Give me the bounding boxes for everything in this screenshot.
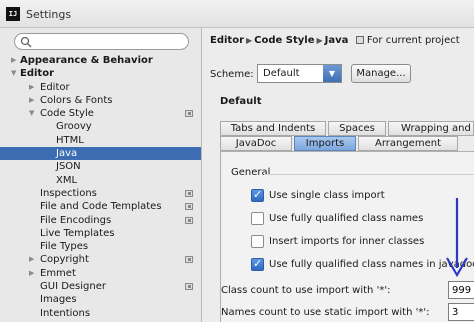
- breadcrumb-editor: Editor: [210, 35, 244, 46]
- inner-classes-checkbox[interactable]: [251, 235, 264, 248]
- tree-item-label: Inspections: [40, 187, 97, 199]
- javadoc-qualified-names-checkbox[interactable]: [251, 257, 264, 271]
- scope-label: For current project: [355, 35, 460, 46]
- breadcrumb: Editor ▶ Code Style ▶ Java For current proje…: [210, 35, 460, 46]
- tree-item[interactable]: ▶ Emmet: [0, 267, 201, 280]
- tree-item[interactable]: Groovy: [0, 120, 201, 133]
- tree-item-label: Copyright: [40, 254, 89, 266]
- tree-item[interactable]: Intentions: [0, 307, 201, 320]
- tree-item[interactable]: Java: [0, 147, 201, 161]
- tree-item-label: Editor: [20, 68, 54, 80]
- tab-arrangement[interactable]: Arrangement: [358, 136, 458, 151]
- project-scope-icon: [185, 283, 193, 291]
- tree-item[interactable]: XML: [0, 174, 201, 187]
- tree-item-label: GUI Designer: [40, 281, 106, 293]
- project-scope-icon: [185, 216, 193, 224]
- breadcrumb-separator-icon: ▶: [246, 36, 253, 45]
- settings-tree: ▶ Appearance & Behavior ▼ Editor ▶ Editor ▶ Col…: [0, 54, 201, 320]
- tab-imports[interactable]: Imports: [294, 136, 356, 151]
- scheme-value: Default: [263, 68, 300, 79]
- tree-item[interactable]: HTML: [0, 134, 201, 147]
- single-class-import-checkbox[interactable]: [251, 188, 264, 202]
- project-scope-icon: [185, 110, 193, 118]
- collapsed-arrow-icon[interactable]: ▶: [29, 81, 34, 94]
- class-count-label: Class count to use import with '*':: [221, 285, 391, 296]
- breadcrumb-code-style: Code Style: [254, 35, 315, 46]
- project-scope-icon: [185, 203, 193, 211]
- search-icon: [20, 36, 32, 48]
- tree-item-label: Java: [56, 148, 78, 160]
- tree-item[interactable]: File Encodings: [0, 214, 201, 227]
- general-section-title: General: [231, 167, 271, 178]
- settings-content: Editor ▶ Code Style ▶ Java For current proje…: [202, 28, 474, 322]
- tree-item-label: File Encodings: [40, 214, 112, 226]
- collapsed-arrow-icon[interactable]: ▶: [11, 54, 16, 67]
- tree-item-label: Groovy: [56, 121, 92, 133]
- breadcrumb-java: Java: [324, 35, 349, 46]
- tree-item-label: Emmet: [40, 267, 76, 279]
- section-divider: [264, 174, 474, 175]
- fully-qualified-names-label: Use fully qualified class names: [269, 213, 424, 224]
- tree-item-label: Code Style: [40, 108, 94, 120]
- title-bar: IJ Settings: [0, 0, 474, 28]
- tab-spaces[interactable]: Spaces: [328, 121, 386, 136]
- tree-item[interactable]: ▶ Appearance & Behavior: [0, 54, 201, 67]
- fully-qualified-names-checkbox[interactable]: [251, 212, 264, 225]
- collapsed-arrow-icon[interactable]: ▶: [29, 267, 34, 280]
- imports-panel: General Use single class import Use full…: [220, 151, 474, 322]
- scheme-dropdown[interactable]: Default ▼: [257, 64, 342, 83]
- tree-item-label: Appearance & Behavior: [20, 55, 153, 66]
- tree-item-label: HTML: [56, 134, 84, 146]
- tab-javadoc[interactable]: JavaDoc: [220, 136, 292, 151]
- tree-item-label: XML: [56, 174, 78, 186]
- tree-item-label: Colors & Fonts: [40, 94, 113, 106]
- tree-item-label: Intentions: [40, 307, 91, 319]
- tree-item[interactable]: ▶ Copyright: [0, 253, 201, 266]
- tab-tabs-and-indents[interactable]: Tabs and Indents: [220, 121, 326, 136]
- tree-item[interactable]: ▶ Editor: [0, 81, 201, 94]
- search-input[interactable]: [14, 33, 189, 50]
- tree-item[interactable]: File and Code Templates: [0, 200, 201, 213]
- tree-item[interactable]: ▼ Code Style: [0, 107, 201, 120]
- settings-sidebar: ▶ Appearance & Behavior ▼ Editor ▶ Editor ▶ Col…: [0, 28, 202, 322]
- tree-item-label: JSON: [56, 161, 81, 173]
- project-scope-icon: [185, 189, 193, 197]
- tree-item[interactable]: JSON: [0, 160, 201, 173]
- project-scope-icon: [185, 256, 193, 264]
- annotation-arrow-icon: [446, 198, 468, 278]
- class-count-input[interactable]: [448, 281, 474, 299]
- window-title: Settings: [26, 8, 72, 21]
- tree-item[interactable]: File Types: [0, 240, 201, 253]
- expanded-arrow-icon[interactable]: ▼: [11, 67, 16, 80]
- manage-button[interactable]: Manage...: [351, 64, 411, 83]
- names-count-input[interactable]: [448, 303, 474, 321]
- project-scope-icon: [355, 36, 364, 44]
- breadcrumb-separator-icon: ▶: [316, 36, 323, 45]
- tree-item-label: Live Templates: [40, 227, 115, 239]
- names-count-label: Names count to use static import with '*…: [221, 307, 430, 318]
- scheme-label: Scheme:: [210, 69, 254, 80]
- tree-item[interactable]: Inspections: [0, 187, 201, 200]
- chevron-down-icon[interactable]: ▼: [323, 65, 341, 82]
- app-logo-icon: IJ: [6, 7, 20, 21]
- tree-item-label: Images: [40, 294, 77, 306]
- tree-item[interactable]: GUI Designer: [0, 280, 201, 293]
- tab-wrapping-and-braces[interactable]: Wrapping and Braces: [388, 121, 474, 136]
- tree-item[interactable]: ▼ Editor: [0, 67, 201, 80]
- single-class-import-label: Use single class import: [269, 190, 385, 201]
- inner-classes-label: Insert imports for inner classes: [269, 236, 425, 247]
- tree-item[interactable]: ▶ Colors & Fonts: [0, 94, 201, 107]
- scheme-name-heading: Default: [220, 96, 262, 107]
- tree-item[interactable]: Images: [0, 293, 201, 306]
- expanded-arrow-icon[interactable]: ▼: [29, 107, 34, 120]
- tree-item-label: Editor: [40, 81, 70, 93]
- tree-item-label: File and Code Templates: [40, 201, 162, 213]
- tree-item[interactable]: Live Templates: [0, 227, 201, 240]
- tree-item-label: File Types: [40, 241, 89, 253]
- collapsed-arrow-icon[interactable]: ▶: [29, 94, 34, 107]
- scope-text: For current project: [366, 35, 460, 46]
- collapsed-arrow-icon[interactable]: ▶: [29, 253, 34, 266]
